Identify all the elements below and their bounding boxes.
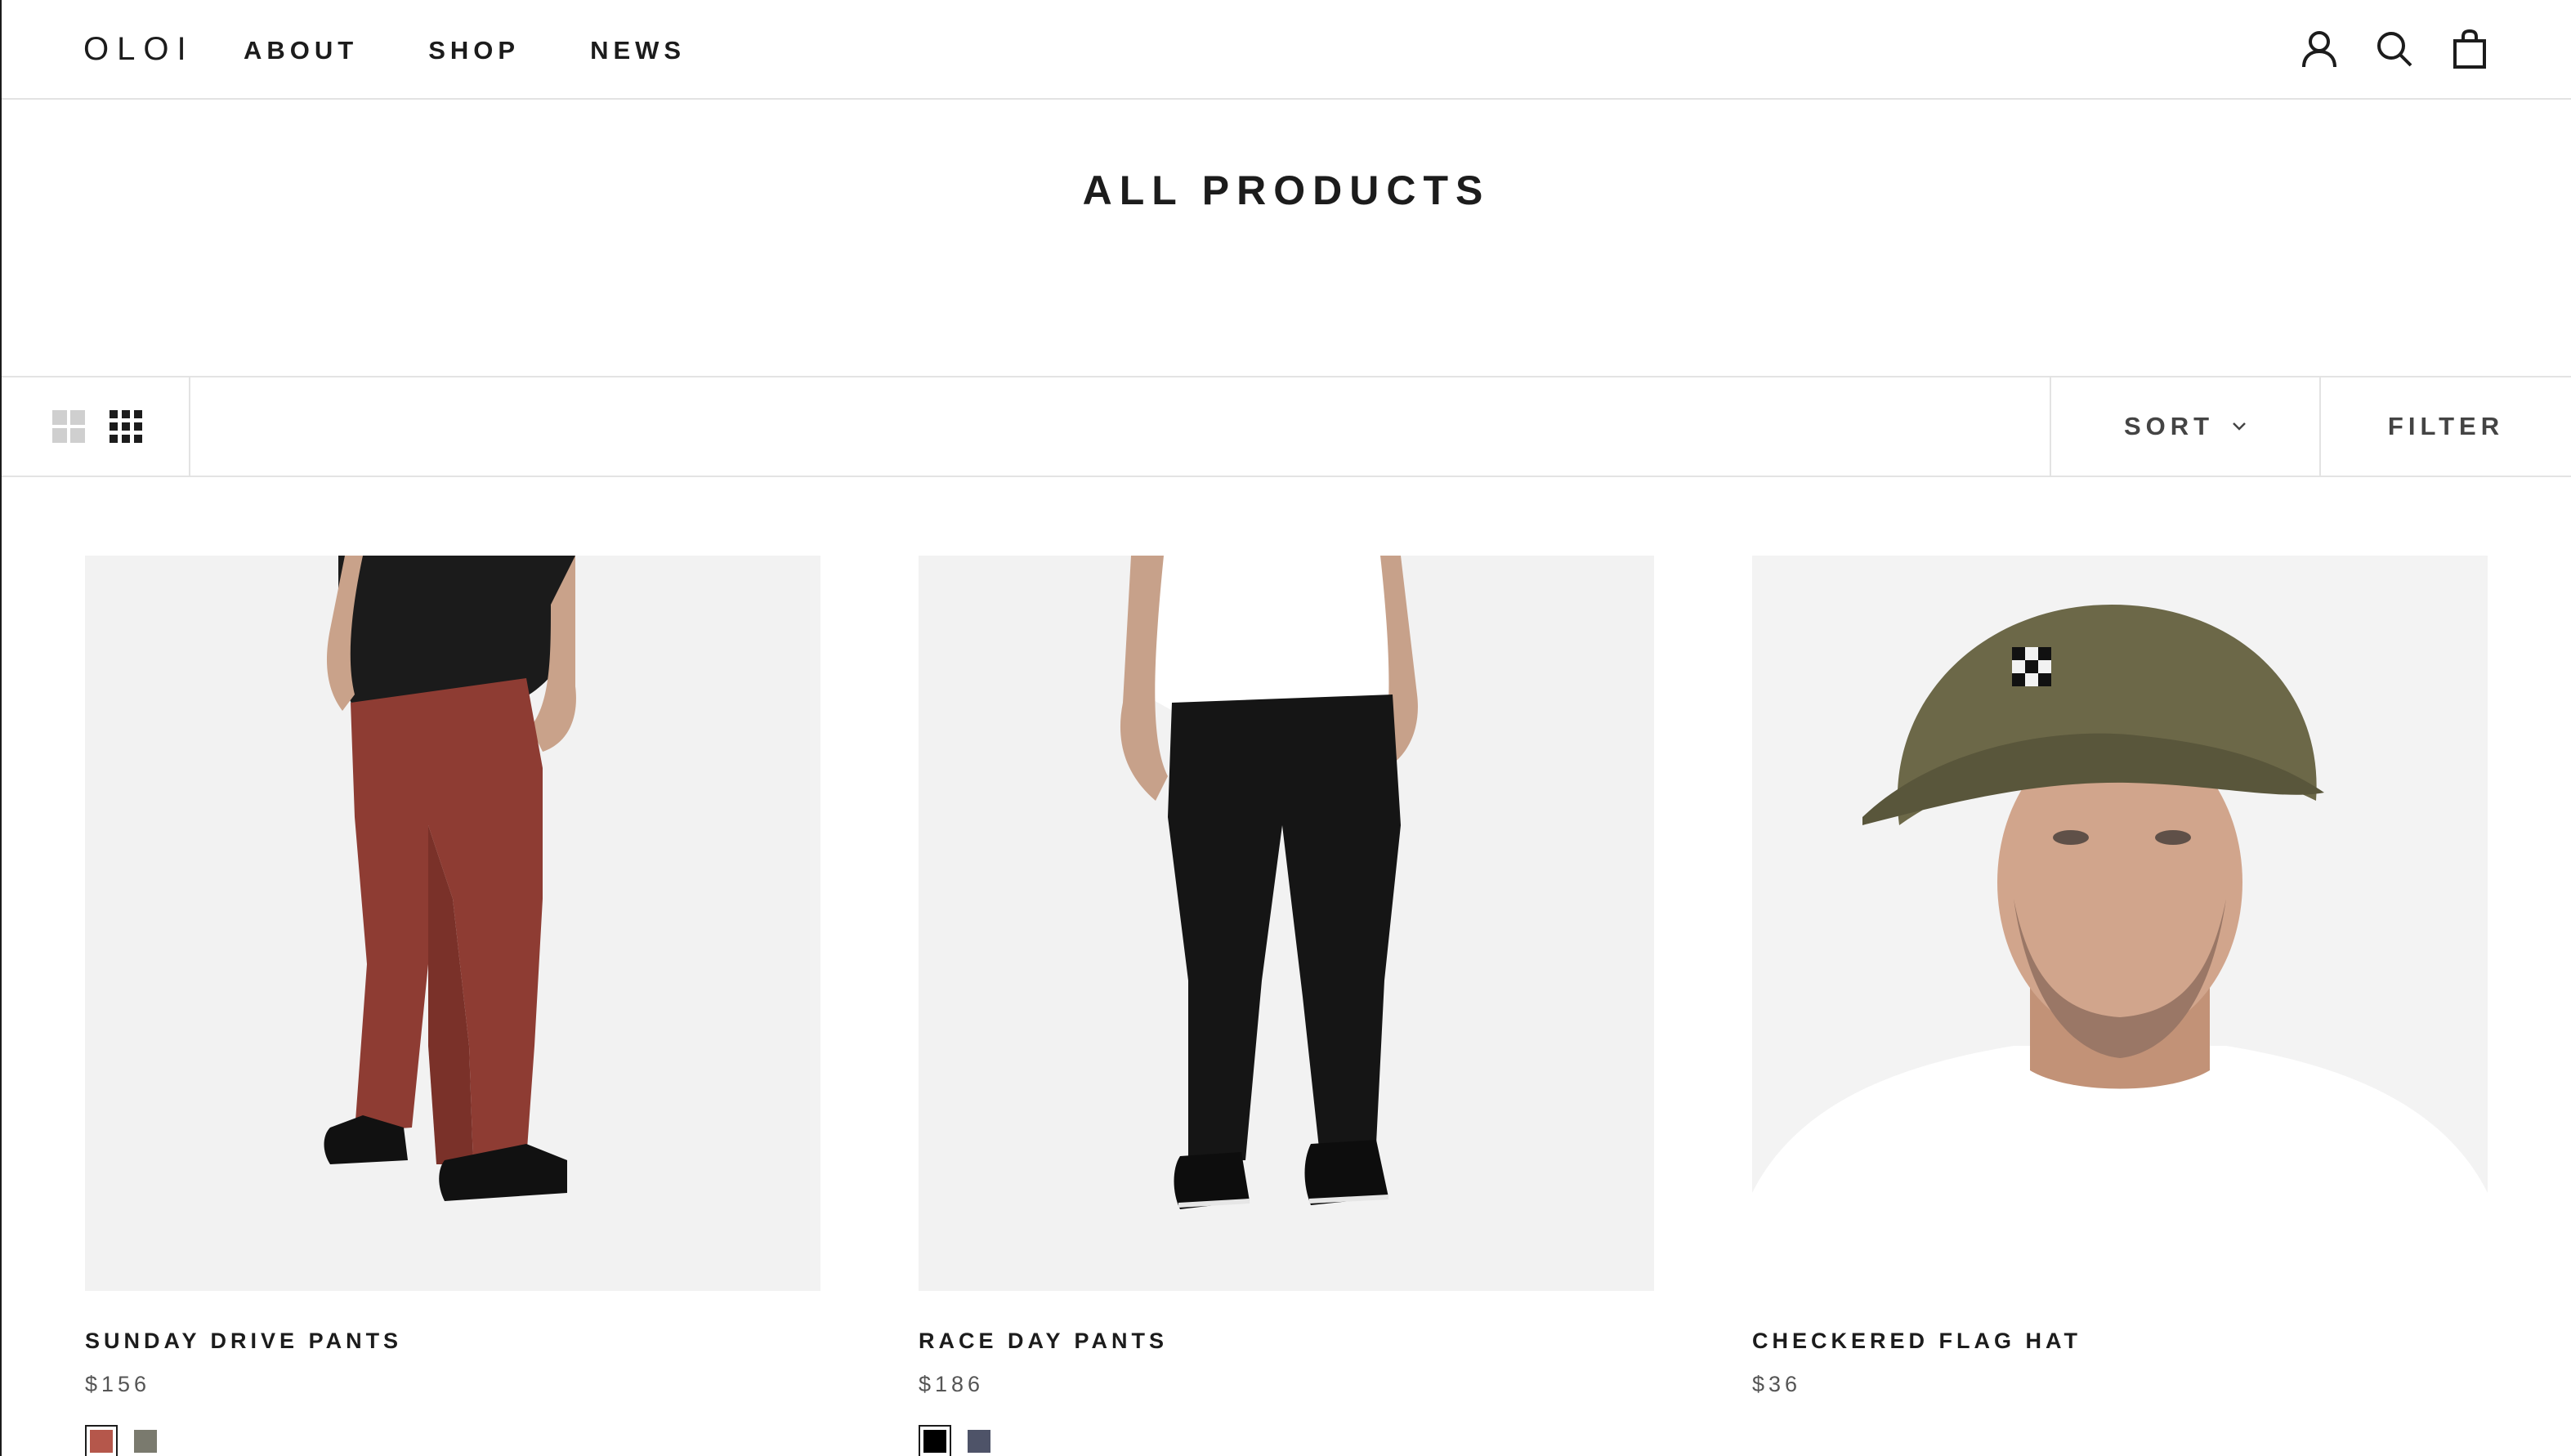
product-card[interactable]: RACE DAY PANTS $186 bbox=[919, 556, 1654, 1456]
cart-icon[interactable] bbox=[2450, 28, 2489, 70]
product-card[interactable]: CHECKERED FLAG HAT $36 bbox=[1752, 556, 2488, 1456]
swatch-grey[interactable] bbox=[129, 1425, 162, 1456]
sort-button[interactable]: SORT bbox=[2050, 377, 2321, 476]
nav-shop[interactable]: SHOP bbox=[428, 36, 520, 65]
nav-news[interactable]: NEWS bbox=[590, 36, 686, 65]
nav-about[interactable]: ABOUT bbox=[244, 36, 358, 65]
product-image[interactable] bbox=[85, 556, 820, 1291]
product-price: $156 bbox=[85, 1372, 151, 1396]
grid-2-icon[interactable] bbox=[52, 410, 85, 443]
filter-button[interactable]: FILTER bbox=[2321, 377, 2571, 476]
product-grid: SUNDAY DRIVE PANTS $156 RACE DAY PANTS $… bbox=[85, 556, 2488, 1456]
color-swatches bbox=[919, 1425, 1654, 1456]
product-price: $186 bbox=[919, 1372, 985, 1396]
color-swatches bbox=[85, 1425, 820, 1456]
main-nav: ABOUT SHOP NEWS bbox=[244, 36, 686, 65]
product-title[interactable]: RACE DAY PANTS bbox=[919, 1329, 1654, 1354]
collection-toolbar: SORT FILTER bbox=[2, 376, 2571, 477]
product-image[interactable] bbox=[919, 556, 1654, 1291]
grid-4-icon[interactable] bbox=[110, 410, 142, 443]
product-price: $36 bbox=[1752, 1372, 1802, 1396]
product-title[interactable]: CHECKERED FLAG HAT bbox=[1752, 1329, 2488, 1354]
search-icon[interactable] bbox=[2375, 28, 2414, 70]
page-title: ALL PRODUCTS bbox=[1082, 167, 1491, 213]
sort-label: SORT bbox=[2123, 412, 2215, 440]
filter-label: FILTER bbox=[2387, 412, 2505, 440]
product-title[interactable]: SUNDAY DRIVE PANTS bbox=[85, 1329, 820, 1354]
chevron-down-icon bbox=[2233, 422, 2246, 431]
swatch-black[interactable] bbox=[919, 1425, 951, 1456]
site-header: OLOI ABOUT SHOP NEWS bbox=[2, 0, 2571, 100]
swatch-red[interactable] bbox=[85, 1425, 118, 1456]
product-image[interactable] bbox=[1752, 556, 2488, 1291]
swatch-navy[interactable] bbox=[963, 1425, 995, 1456]
layout-switcher bbox=[2, 377, 190, 476]
account-icon[interactable] bbox=[2300, 28, 2339, 70]
product-card[interactable]: SUNDAY DRIVE PANTS $156 bbox=[85, 556, 820, 1456]
logo[interactable]: OLOI bbox=[83, 31, 195, 68]
header-actions bbox=[2300, 28, 2489, 70]
